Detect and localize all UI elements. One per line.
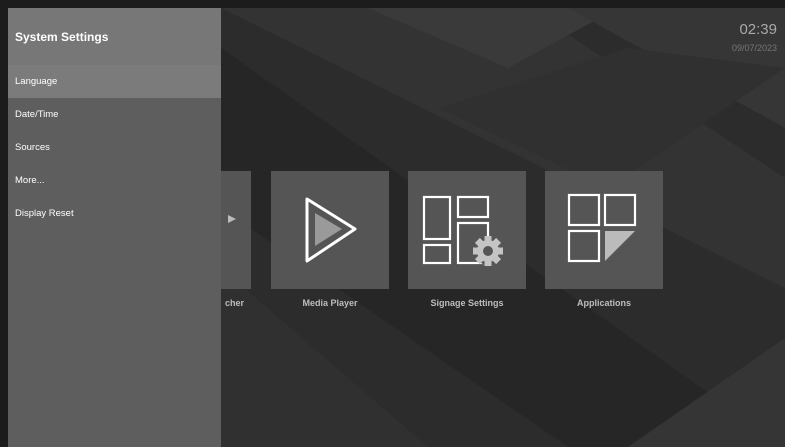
clock: 02:39 09/07/2023 xyxy=(732,21,777,53)
sidebar-item-label: Sources xyxy=(15,142,50,153)
sidebar-item-sources[interactable]: Sources xyxy=(8,131,221,164)
applications-icon xyxy=(567,193,637,263)
applications-label: Applications xyxy=(576,298,631,308)
applications-tile[interactable] xyxy=(545,171,663,289)
signage-settings-tile[interactable] xyxy=(408,171,526,289)
sidebar-item-label: Date/Time xyxy=(15,109,59,120)
sidebar-item-label: More... xyxy=(15,175,45,186)
sidebar-item-display-reset[interactable]: Display Reset xyxy=(8,197,221,230)
media-player-label: Media Player xyxy=(302,298,358,308)
sidebar-item-label: Display Reset xyxy=(15,208,74,219)
signage-settings-icon xyxy=(422,195,503,266)
sidebar-title: System Settings xyxy=(15,29,109,44)
media-player-tile[interactable] xyxy=(271,171,389,289)
sidebar-header: System Settings xyxy=(8,8,221,65)
tv-home-screen: 02:39 09/07/2023 cher Media Player Signa… xyxy=(8,8,785,447)
clock-time: 02:39 xyxy=(739,21,777,38)
play-icon xyxy=(305,197,357,263)
sidebar-item-language[interactable]: Language xyxy=(8,65,221,98)
system-settings-sidebar: System Settings Language Date/Time Sourc… xyxy=(8,8,221,447)
clock-date: 09/07/2023 xyxy=(731,43,777,53)
signage-settings-label: Signage Settings xyxy=(430,298,504,308)
sidebar-item-label: Language xyxy=(15,76,58,87)
sidebar-item-more[interactable]: More... xyxy=(8,164,221,197)
sidebar-item-date-time[interactable]: Date/Time xyxy=(8,98,221,131)
